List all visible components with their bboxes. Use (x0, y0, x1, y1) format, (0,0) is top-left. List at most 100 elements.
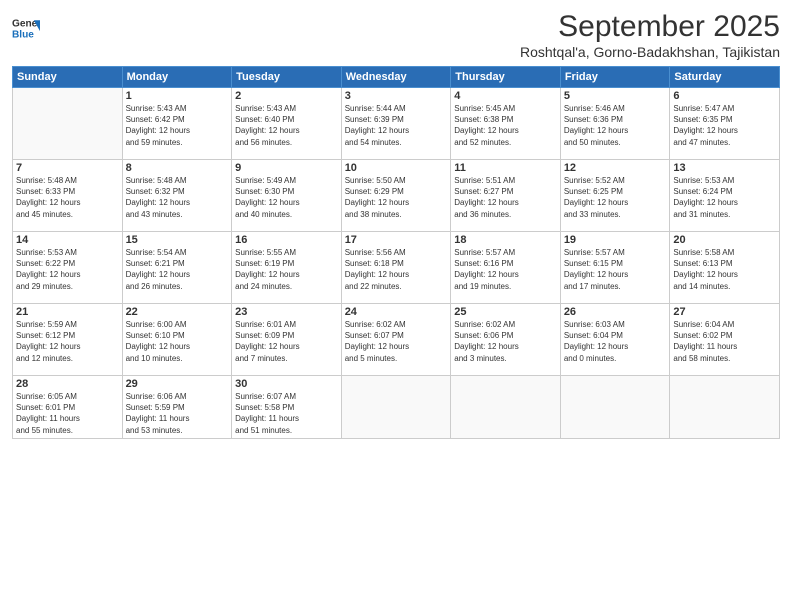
calendar-cell: 21Sunrise: 5:59 AM Sunset: 6:12 PM Dayli… (13, 304, 123, 376)
page: General Blue September 2025 Roshtqal'a, … (0, 0, 792, 612)
svg-text:General: General (12, 18, 40, 29)
day-number: 22 (126, 306, 229, 318)
calendar-cell: 20Sunrise: 5:58 AM Sunset: 6:13 PM Dayli… (670, 232, 780, 304)
header: General Blue September 2025 Roshtqal'a, … (12, 10, 780, 60)
calendar-cell (670, 376, 780, 439)
day-info: Sunrise: 6:01 AM Sunset: 6:09 PM Dayligh… (235, 319, 338, 364)
day-number: 19 (564, 234, 667, 246)
day-header-sunday: Sunday (13, 67, 123, 88)
day-number: 24 (345, 306, 448, 318)
day-info: Sunrise: 5:53 AM Sunset: 6:22 PM Dayligh… (16, 247, 119, 292)
title-block: September 2025 Roshtqal'a, Gorno-Badakhs… (520, 10, 780, 60)
day-number: 30 (235, 378, 338, 390)
calendar-cell: 30Sunrise: 6:07 AM Sunset: 5:58 PM Dayli… (232, 376, 342, 439)
day-info: Sunrise: 5:58 AM Sunset: 6:13 PM Dayligh… (673, 247, 776, 292)
calendar-cell: 10Sunrise: 5:50 AM Sunset: 6:29 PM Dayli… (341, 160, 451, 232)
day-number: 14 (16, 234, 119, 246)
svg-text:Blue: Blue (12, 29, 34, 40)
day-header-tuesday: Tuesday (232, 67, 342, 88)
calendar-cell: 15Sunrise: 5:54 AM Sunset: 6:21 PM Dayli… (122, 232, 232, 304)
day-info: Sunrise: 5:49 AM Sunset: 6:30 PM Dayligh… (235, 175, 338, 220)
day-number: 10 (345, 162, 448, 174)
day-header-saturday: Saturday (670, 67, 780, 88)
day-info: Sunrise: 6:06 AM Sunset: 5:59 PM Dayligh… (126, 391, 229, 436)
day-number: 9 (235, 162, 338, 174)
day-info: Sunrise: 5:47 AM Sunset: 6:35 PM Dayligh… (673, 103, 776, 148)
day-header-wednesday: Wednesday (341, 67, 451, 88)
day-number: 27 (673, 306, 776, 318)
calendar-cell: 9Sunrise: 5:49 AM Sunset: 6:30 PM Daylig… (232, 160, 342, 232)
day-number: 3 (345, 90, 448, 102)
day-header-friday: Friday (560, 67, 670, 88)
day-info: Sunrise: 5:54 AM Sunset: 6:21 PM Dayligh… (126, 247, 229, 292)
day-number: 6 (673, 90, 776, 102)
calendar-cell: 25Sunrise: 6:02 AM Sunset: 6:06 PM Dayli… (451, 304, 561, 376)
calendar-cell: 23Sunrise: 6:01 AM Sunset: 6:09 PM Dayli… (232, 304, 342, 376)
calendar-cell (341, 376, 451, 439)
day-number: 12 (564, 162, 667, 174)
calendar-cell: 4Sunrise: 5:45 AM Sunset: 6:38 PM Daylig… (451, 88, 561, 160)
day-info: Sunrise: 5:43 AM Sunset: 6:40 PM Dayligh… (235, 103, 338, 148)
day-number: 11 (454, 162, 557, 174)
calendar-cell: 6Sunrise: 5:47 AM Sunset: 6:35 PM Daylig… (670, 88, 780, 160)
logo-icon: General Blue (12, 14, 40, 42)
calendar-cell (451, 376, 561, 439)
day-info: Sunrise: 5:48 AM Sunset: 6:33 PM Dayligh… (16, 175, 119, 220)
day-number: 23 (235, 306, 338, 318)
week-row-2: 14Sunrise: 5:53 AM Sunset: 6:22 PM Dayli… (13, 232, 780, 304)
calendar-cell: 16Sunrise: 5:55 AM Sunset: 6:19 PM Dayli… (232, 232, 342, 304)
day-number: 21 (16, 306, 119, 318)
day-info: Sunrise: 6:02 AM Sunset: 6:06 PM Dayligh… (454, 319, 557, 364)
day-info: Sunrise: 5:46 AM Sunset: 6:36 PM Dayligh… (564, 103, 667, 148)
day-header-monday: Monday (122, 67, 232, 88)
day-number: 18 (454, 234, 557, 246)
calendar-cell (560, 376, 670, 439)
day-header-thursday: Thursday (451, 67, 561, 88)
calendar-cell: 29Sunrise: 6:06 AM Sunset: 5:59 PM Dayli… (122, 376, 232, 439)
calendar-cell: 18Sunrise: 5:57 AM Sunset: 6:16 PM Dayli… (451, 232, 561, 304)
day-number: 26 (564, 306, 667, 318)
day-number: 5 (564, 90, 667, 102)
day-number: 8 (126, 162, 229, 174)
calendar-cell: 8Sunrise: 5:48 AM Sunset: 6:32 PM Daylig… (122, 160, 232, 232)
location-title: Roshtqal'a, Gorno-Badakhshan, Tajikistan (520, 44, 780, 60)
day-info: Sunrise: 6:05 AM Sunset: 6:01 PM Dayligh… (16, 391, 119, 436)
day-info: Sunrise: 5:57 AM Sunset: 6:16 PM Dayligh… (454, 247, 557, 292)
day-info: Sunrise: 5:55 AM Sunset: 6:19 PM Dayligh… (235, 247, 338, 292)
calendar-cell: 3Sunrise: 5:44 AM Sunset: 6:39 PM Daylig… (341, 88, 451, 160)
calendar-cell: 14Sunrise: 5:53 AM Sunset: 6:22 PM Dayli… (13, 232, 123, 304)
day-info: Sunrise: 5:50 AM Sunset: 6:29 PM Dayligh… (345, 175, 448, 220)
week-row-3: 21Sunrise: 5:59 AM Sunset: 6:12 PM Dayli… (13, 304, 780, 376)
calendar-cell: 12Sunrise: 5:52 AM Sunset: 6:25 PM Dayli… (560, 160, 670, 232)
calendar-cell: 2Sunrise: 5:43 AM Sunset: 6:40 PM Daylig… (232, 88, 342, 160)
day-number: 7 (16, 162, 119, 174)
calendar-body: 1Sunrise: 5:43 AM Sunset: 6:42 PM Daylig… (13, 88, 780, 439)
day-number: 2 (235, 90, 338, 102)
day-info: Sunrise: 6:02 AM Sunset: 6:07 PM Dayligh… (345, 319, 448, 364)
day-info: Sunrise: 5:51 AM Sunset: 6:27 PM Dayligh… (454, 175, 557, 220)
day-info: Sunrise: 6:00 AM Sunset: 6:10 PM Dayligh… (126, 319, 229, 364)
calendar-cell: 11Sunrise: 5:51 AM Sunset: 6:27 PM Dayli… (451, 160, 561, 232)
day-info: Sunrise: 5:52 AM Sunset: 6:25 PM Dayligh… (564, 175, 667, 220)
calendar-table: SundayMondayTuesdayWednesdayThursdayFrid… (12, 66, 780, 439)
calendar-cell: 1Sunrise: 5:43 AM Sunset: 6:42 PM Daylig… (122, 88, 232, 160)
day-info: Sunrise: 5:57 AM Sunset: 6:15 PM Dayligh… (564, 247, 667, 292)
day-number: 15 (126, 234, 229, 246)
day-info: Sunrise: 5:59 AM Sunset: 6:12 PM Dayligh… (16, 319, 119, 364)
day-number: 20 (673, 234, 776, 246)
month-title: September 2025 (520, 10, 780, 44)
calendar-cell: 28Sunrise: 6:05 AM Sunset: 6:01 PM Dayli… (13, 376, 123, 439)
day-number: 25 (454, 306, 557, 318)
calendar-cell: 7Sunrise: 5:48 AM Sunset: 6:33 PM Daylig… (13, 160, 123, 232)
week-row-0: 1Sunrise: 5:43 AM Sunset: 6:42 PM Daylig… (13, 88, 780, 160)
calendar-cell: 5Sunrise: 5:46 AM Sunset: 6:36 PM Daylig… (560, 88, 670, 160)
day-number: 28 (16, 378, 119, 390)
calendar-cell: 27Sunrise: 6:04 AM Sunset: 6:02 PM Dayli… (670, 304, 780, 376)
day-info: Sunrise: 5:48 AM Sunset: 6:32 PM Dayligh… (126, 175, 229, 220)
day-number: 1 (126, 90, 229, 102)
day-number: 16 (235, 234, 338, 246)
calendar-cell: 17Sunrise: 5:56 AM Sunset: 6:18 PM Dayli… (341, 232, 451, 304)
day-info: Sunrise: 6:03 AM Sunset: 6:04 PM Dayligh… (564, 319, 667, 364)
day-info: Sunrise: 5:44 AM Sunset: 6:39 PM Dayligh… (345, 103, 448, 148)
day-info: Sunrise: 6:04 AM Sunset: 6:02 PM Dayligh… (673, 319, 776, 364)
